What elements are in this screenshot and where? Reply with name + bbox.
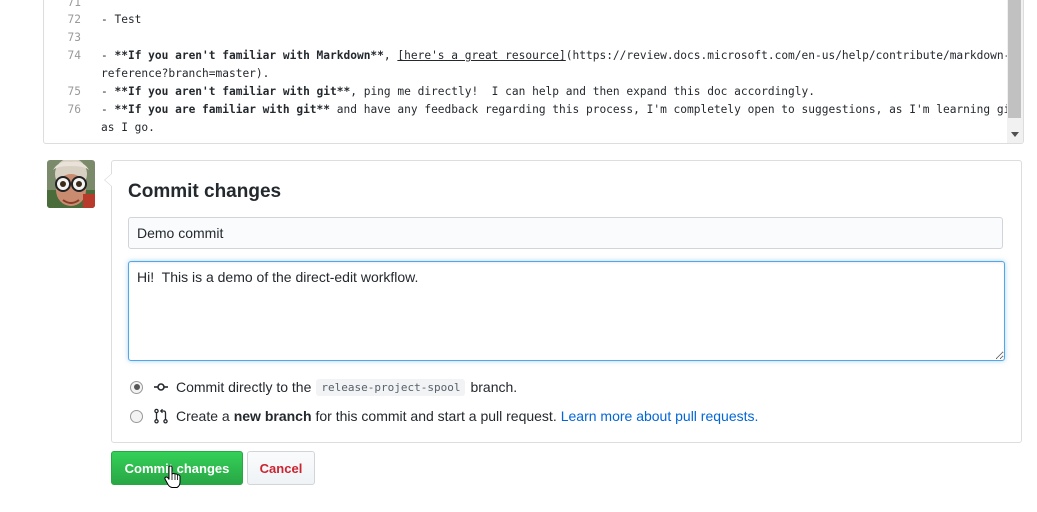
avatar <box>47 160 95 208</box>
code-token: **If you aren't familiar with Markdown** <box>114 49 384 62</box>
new-branch-radio[interactable] <box>130 409 143 423</box>
line-content[interactable]: - **If you aren't familiar with git**, p… <box>101 83 1003 101</box>
code-token: - <box>101 85 115 98</box>
code-token: , <box>383 49 398 62</box>
line-content[interactable]: - **If you aren't familiar with Markdown… <box>101 47 1010 65</box>
line-content[interactable]: - Test <box>101 11 1003 29</box>
code-line: 76 - **If you are familiar with git** and… <box>44 101 1018 119</box>
cancel-button[interactable]: Cancel <box>247 451 315 485</box>
code-line: reference?branch=master). <box>44 65 1003 83</box>
code-line: 75 - **If you aren't familiar with git**,… <box>44 83 1003 101</box>
line-number: 73 <box>67 31 81 44</box>
line-number: 72 <box>67 13 81 26</box>
commit-form-title: Commit changes <box>128 181 282 202</box>
code-token: as I go. <box>101 121 155 134</box>
code-token: , ping me directly! I can help and then … <box>350 85 815 98</box>
code-editor[interactable]: 71 72- Test 73 74- **If you aren't familiar… <box>43 0 1024 144</box>
code-token: - <box>101 103 115 116</box>
commit-directly-radio[interactable] <box>130 380 143 394</box>
new-branch-bold: new branch <box>233 408 312 424</box>
git-commit-icon <box>154 383 168 391</box>
commit-form: Commit changes Hi! This is a demo of the… <box>104 160 1022 443</box>
commit-summary-input[interactable] <box>128 217 1003 249</box>
line-content[interactable]: - **If you are familiar with git** and h… <box>101 101 1017 119</box>
code-token: reference?branch=master). <box>101 67 270 80</box>
code-token: [here's a great resource] <box>397 49 566 62</box>
code-token: **If you are familiar with git** <box>114 103 331 116</box>
commit-directly-prefix: Commit directly to the <box>176 379 312 395</box>
code-token: - Test <box>101 13 142 26</box>
code-token: and have any feedback regarding this pro… <box>330 103 1018 116</box>
option-new-branch[interactable]: Create a new branch for this commit and … <box>130 406 758 426</box>
scroll-down-arrow-icon[interactable] <box>1011 132 1019 137</box>
code-line: as I go. <box>44 119 1003 137</box>
code-token: (https://review.docs.microsoft.com/en-us… <box>565 49 1011 62</box>
scrollbar-thumb[interactable] <box>1008 0 1021 118</box>
code-token: **If you aren't familiar with git** <box>114 85 351 98</box>
commit-description-textarea[interactable]: Hi! This is a demo of the direct-edit wo… <box>128 261 1005 361</box>
learn-more-pull-requests-link[interactable]: Learn more about pull requests. <box>561 408 759 424</box>
line-number: 75 <box>67 85 81 98</box>
line-content[interactable]: reference?branch=master). <box>101 65 1003 83</box>
commit-directly-suffix: branch. <box>470 379 518 395</box>
line-content[interactable]: as I go. <box>101 119 1003 137</box>
code-line: 72 - Test <box>44 11 1003 29</box>
git-pull-request-icon <box>154 408 168 424</box>
editor-scrollbar[interactable] <box>1007 0 1023 143</box>
new-branch-prefix: Create a <box>176 408 230 424</box>
branch-name-badge: release-project-spool <box>316 378 466 396</box>
new-branch-suffix: for this commit and start a pull request… <box>315 408 557 424</box>
code-line: 74 - **If you aren't familiar with Markdo… <box>44 47 1011 65</box>
hand-pointer-icon <box>164 465 181 488</box>
option-commit-directly[interactable]: Commit directly to the release-project-s… <box>130 377 517 397</box>
code-token: - <box>101 49 115 62</box>
line-number: 76 <box>67 103 81 116</box>
code-line: 73 <box>44 29 1003 47</box>
line-number: 74 <box>67 49 81 62</box>
